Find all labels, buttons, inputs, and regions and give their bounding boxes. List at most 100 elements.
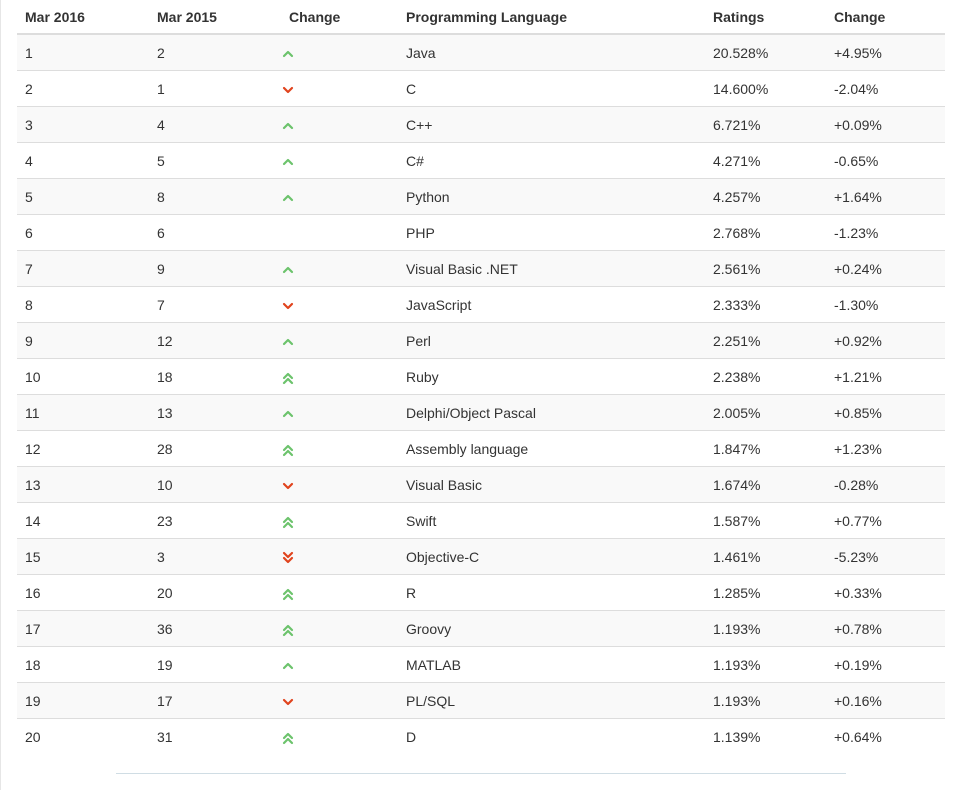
cell-previous-rank: 17 <box>149 682 281 719</box>
cell-rating-change: -1.30% <box>826 286 945 323</box>
cell-current-rank: 5 <box>17 178 149 215</box>
cell-previous-rank: 18 <box>149 358 281 395</box>
page-left-border <box>0 0 1 790</box>
cell-trend <box>281 430 398 467</box>
cell-current-rank: 16 <box>17 574 149 611</box>
cell-trend <box>281 142 398 179</box>
cell-language: Visual Basic .NET <box>398 250 705 287</box>
arrow-down-icon <box>281 299 295 313</box>
cell-rating: 2.768% <box>705 214 826 251</box>
table-header: Mar 2016 Mar 2015 Change Programming Lan… <box>17 0 945 35</box>
cell-language: PL/SQL <box>398 682 705 719</box>
table-row: 8 7 JavaScript 2.333% -1.30% <box>17 286 945 323</box>
cell-language: Groovy <box>398 610 705 647</box>
cell-rating-change: +0.24% <box>826 250 945 287</box>
cell-current-rank: 2 <box>17 70 149 107</box>
header-trend: Change <box>281 0 398 35</box>
cell-previous-rank: 9 <box>149 250 281 287</box>
cell-language: PHP <box>398 214 705 251</box>
cell-rating: 2.238% <box>705 358 826 395</box>
cell-previous-rank: 10 <box>149 466 281 503</box>
table-row: 11 13 Delphi/Object Pascal 2.005% +0.85% <box>17 394 945 431</box>
cell-trend <box>281 502 398 539</box>
cell-rating: 1.847% <box>705 430 826 467</box>
table-row: 12 28 Assembly language 1.847% +1.23% <box>17 430 945 467</box>
cell-rating: 1.193% <box>705 610 826 647</box>
cell-rating-change: +0.16% <box>826 682 945 719</box>
header-previous-rank: Mar 2015 <box>149 0 281 35</box>
cell-previous-rank: 1 <box>149 70 281 107</box>
cell-current-rank: 10 <box>17 358 149 395</box>
cell-rating: 14.600% <box>705 70 826 107</box>
cell-previous-rank: 5 <box>149 142 281 179</box>
cell-rating: 1.193% <box>705 646 826 683</box>
table-row: 1 2 Java 20.528% +4.95% <box>17 33 945 71</box>
cell-rating-change: +1.23% <box>826 430 945 467</box>
cell-current-rank: 1 <box>17 33 149 71</box>
cell-trend <box>281 178 398 215</box>
table-row: 20 31 D 1.139% +0.64% <box>17 718 945 754</box>
cell-rating: 2.005% <box>705 394 826 431</box>
cell-rating: 4.271% <box>705 142 826 179</box>
ranking-table: Mar 2016 Mar 2015 Change Programming Lan… <box>17 0 945 754</box>
cell-current-rank: 18 <box>17 646 149 683</box>
cell-trend <box>281 718 398 754</box>
cell-current-rank: 15 <box>17 538 149 575</box>
cell-rating-change: +0.78% <box>826 610 945 647</box>
cell-current-rank: 9 <box>17 322 149 359</box>
cell-trend <box>281 70 398 107</box>
arrow-up-icon <box>281 263 295 277</box>
cell-previous-rank: 4 <box>149 106 281 143</box>
cell-trend <box>281 358 398 395</box>
cell-rating: 2.333% <box>705 286 826 323</box>
cell-previous-rank: 8 <box>149 178 281 215</box>
cell-trend <box>281 538 398 575</box>
table-row: 5 8 Python 4.257% +1.64% <box>17 178 945 215</box>
cell-rating-change: +1.64% <box>826 178 945 215</box>
cell-rating: 2.251% <box>705 322 826 359</box>
cell-rating-change: -2.04% <box>826 70 945 107</box>
cell-rating-change: +0.85% <box>826 394 945 431</box>
table-row: 17 36 Groovy 1.193% +0.78% <box>17 610 945 647</box>
cell-rating-change: -1.23% <box>826 214 945 251</box>
cell-trend <box>281 574 398 611</box>
table-row: 2 1 C 14.600% -2.04% <box>17 70 945 107</box>
cell-rating-change: -0.65% <box>826 142 945 179</box>
cell-rating-change: +0.92% <box>826 322 945 359</box>
cell-rating: 20.528% <box>705 33 826 71</box>
cell-rating-change: -5.23% <box>826 538 945 575</box>
cell-rating-change: -0.28% <box>826 466 945 503</box>
bottom-divider <box>116 773 846 774</box>
cell-language: D <box>398 718 705 754</box>
cell-trend <box>281 250 398 287</box>
cell-trend <box>281 106 398 143</box>
cell-language: C <box>398 70 705 107</box>
cell-rating-change: +1.21% <box>826 358 945 395</box>
ranking-table-container: Mar 2016 Mar 2015 Change Programming Lan… <box>17 0 945 754</box>
cell-previous-rank: 36 <box>149 610 281 647</box>
cell-current-rank: 12 <box>17 430 149 467</box>
cell-rating-change: +0.64% <box>826 718 945 754</box>
cell-trend <box>281 610 398 647</box>
table-row: 13 10 Visual Basic 1.674% -0.28% <box>17 466 945 503</box>
table-row: 4 5 C# 4.271% -0.65% <box>17 142 945 179</box>
arrow-down-icon <box>281 695 295 709</box>
arrow-up-icon <box>281 47 295 61</box>
cell-trend <box>281 33 398 71</box>
cell-trend <box>281 646 398 683</box>
arrow-up-icon <box>281 119 295 133</box>
cell-language: Visual Basic <box>398 466 705 503</box>
cell-language: Python <box>398 178 705 215</box>
header-rating-change: Change <box>826 0 945 35</box>
table-row: 19 17 PL/SQL 1.193% +0.16% <box>17 682 945 719</box>
arrow-up-icon <box>281 407 295 421</box>
table-row: 9 12 Perl 2.251% +0.92% <box>17 322 945 359</box>
cell-current-rank: 6 <box>17 214 149 251</box>
table-body: 1 2 Java 20.528% +4.95% 2 1 C 14.600% -2.04% 3 4 C++… <box>17 33 945 754</box>
table-row: 14 23 Swift 1.587% +0.77% <box>17 502 945 539</box>
table-row: 10 18 Ruby 2.238% +1.21% <box>17 358 945 395</box>
cell-current-rank: 8 <box>17 286 149 323</box>
cell-language: Ruby <box>398 358 705 395</box>
cell-previous-rank: 3 <box>149 538 281 575</box>
cell-previous-rank: 19 <box>149 646 281 683</box>
